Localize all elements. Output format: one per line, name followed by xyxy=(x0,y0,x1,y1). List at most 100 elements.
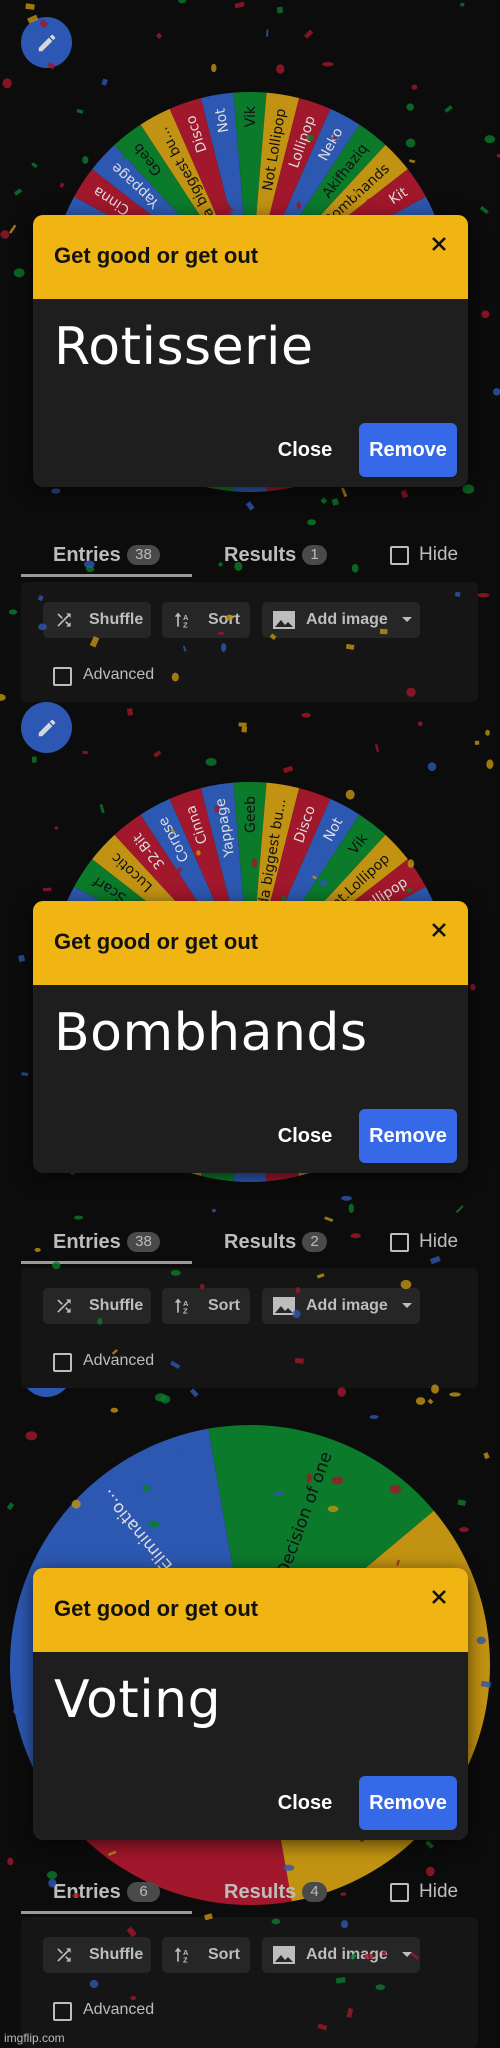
confetti-piece xyxy=(196,850,201,856)
confetti-piece xyxy=(304,29,314,39)
confetti-piece xyxy=(406,103,414,111)
confetti-piece xyxy=(130,1996,137,2001)
confetti-piece xyxy=(365,198,376,208)
close-button[interactable]: Close xyxy=(273,1109,337,1163)
confetti-piece xyxy=(476,1636,486,1645)
confetti-piece xyxy=(27,14,39,24)
confetti-piece xyxy=(171,672,179,682)
confetti-piece xyxy=(375,1984,386,1991)
confetti-piece xyxy=(481,310,490,319)
confetti-piece xyxy=(266,29,269,37)
confetti-piece xyxy=(350,1233,361,1239)
confetti-piece xyxy=(37,594,44,602)
confetti-piece xyxy=(407,859,415,868)
confetti-piece xyxy=(205,758,217,766)
confetti-piece xyxy=(381,1950,387,1956)
confetti-piece xyxy=(295,1286,301,1294)
confetti-piece xyxy=(82,750,89,755)
confetti-piece xyxy=(153,750,162,758)
dialog-title: Get good or get out xyxy=(54,1596,259,1621)
confetti-piece xyxy=(178,0,187,4)
confetti-piece xyxy=(455,1205,464,1214)
confetti-piece xyxy=(340,1920,349,1929)
confetti-piece xyxy=(13,188,23,196)
confetti-piece xyxy=(426,1866,435,1877)
confetti-piece xyxy=(417,721,423,727)
remove-button[interactable]: Remove xyxy=(359,1776,457,1830)
confetti-piece xyxy=(477,593,490,598)
confetti-piece xyxy=(182,645,187,652)
confetti-piece xyxy=(59,182,65,188)
confetti-piece xyxy=(52,1261,61,1270)
confetti-piece xyxy=(276,64,285,74)
confetti-piece xyxy=(226,203,234,213)
confetti-piece xyxy=(238,722,247,727)
dialog-header: Get good or get out xyxy=(33,215,468,299)
confetti-piece xyxy=(337,1387,346,1397)
confetti-piece xyxy=(427,762,437,772)
confetti-piece xyxy=(460,2,465,7)
confetti-piece xyxy=(457,1499,467,1507)
confetti-piece xyxy=(429,1255,441,1265)
winner-dialog: Get good or get out Rotisserie Close Rem… xyxy=(33,215,468,487)
confetti-piece xyxy=(48,1878,57,1888)
confetti-piece xyxy=(389,1484,401,1494)
confetti-piece xyxy=(72,1893,81,1898)
confetti-piece xyxy=(25,1431,38,1441)
confetti-piece xyxy=(148,1520,160,1529)
confetti-piece xyxy=(483,1452,490,1460)
confetti-piece xyxy=(406,687,416,697)
confetti-piece xyxy=(214,805,220,813)
confetti-piece xyxy=(276,6,284,14)
confetti-piece xyxy=(38,623,48,631)
confetti-piece xyxy=(374,743,380,753)
confetti-piece xyxy=(82,155,89,164)
confetti-piece xyxy=(294,1357,304,1364)
confetti-piece xyxy=(343,1846,350,1853)
confetti-piece xyxy=(8,609,18,615)
dialog-title: Get good or get out xyxy=(54,929,259,954)
close-icon[interactable] xyxy=(426,917,452,943)
confetti-piece xyxy=(154,1393,167,1402)
confetti-piece xyxy=(71,1499,81,1509)
confetti-piece xyxy=(241,726,248,733)
confetti-piece xyxy=(225,614,234,621)
confetti-piece xyxy=(455,591,461,597)
confetti-piece xyxy=(39,19,49,29)
confetti-piece xyxy=(234,561,243,571)
confetti-piece xyxy=(347,190,359,197)
close-button[interactable]: Close xyxy=(273,1776,337,1830)
confetti-piece xyxy=(111,1349,118,1355)
confetti-piece xyxy=(341,487,348,498)
confetti-piece xyxy=(480,1680,492,1688)
confetti-piece xyxy=(211,1208,216,1213)
confetti-piece xyxy=(34,1247,41,1252)
confetti-piece xyxy=(306,134,314,142)
remove-button[interactable]: Remove xyxy=(359,423,457,477)
remove-button[interactable]: Remove xyxy=(359,1109,457,1163)
confetti-piece xyxy=(76,108,84,114)
confetti-piece xyxy=(342,862,350,870)
confetti-piece xyxy=(331,136,339,141)
confetti-piece xyxy=(331,1476,344,1485)
confetti-piece xyxy=(335,1976,346,1984)
close-icon[interactable] xyxy=(426,1584,452,1610)
confetti-piece xyxy=(400,1279,412,1290)
confetti-piece xyxy=(9,224,17,234)
confetti-piece xyxy=(415,1397,426,1405)
confetti-piece xyxy=(351,563,359,573)
close-icon[interactable] xyxy=(426,231,452,257)
confetti-piece xyxy=(189,1388,199,1398)
confetti-piece xyxy=(101,78,108,86)
confetti-piece xyxy=(486,759,494,769)
confetti-piece xyxy=(2,78,12,89)
imgflip-watermark: imgflip.com xyxy=(4,2031,65,2045)
confetti-piece xyxy=(396,1559,400,1566)
confetti-piece xyxy=(156,32,163,39)
confetti-piece xyxy=(317,2023,328,2031)
confetti-piece xyxy=(47,61,56,70)
confetti-piece xyxy=(493,388,500,396)
confetti-piece xyxy=(21,1072,29,1077)
close-button[interactable]: Close xyxy=(273,423,337,477)
confetti-piece xyxy=(42,887,52,892)
